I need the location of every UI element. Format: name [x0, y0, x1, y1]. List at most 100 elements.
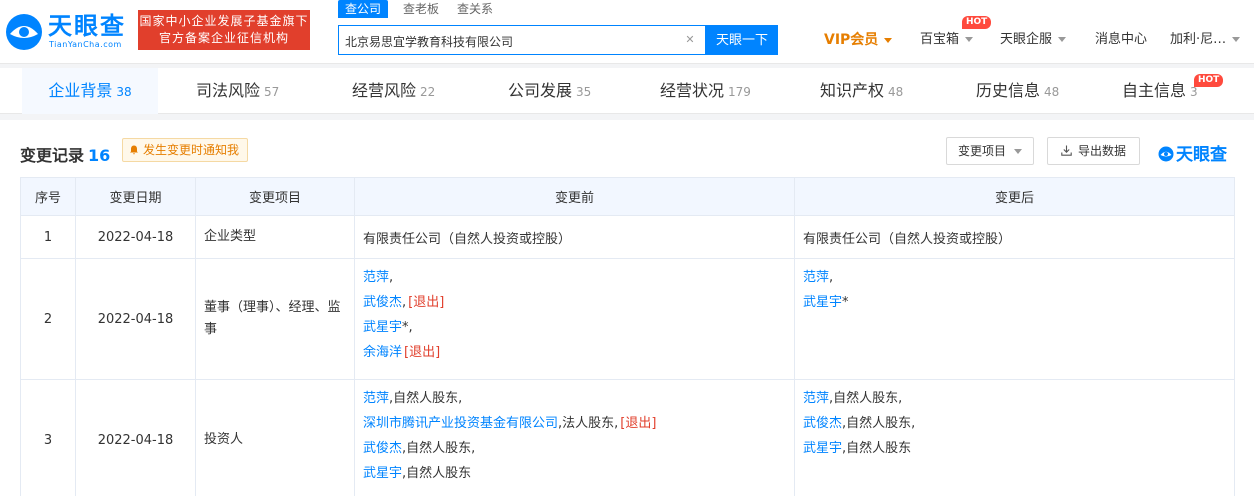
tab-count: 179 — [728, 85, 751, 99]
tab-self-info[interactable]: 自主信息 3 — [1122, 68, 1198, 114]
chevron-down-icon — [965, 37, 974, 42]
tab-count: 22 — [420, 85, 436, 99]
banner-line-2: 官方备案企业征信机构 — [158, 31, 289, 45]
company-tabs: 企业背景 38 司法风险 57 经营风险 22 公司发展 35 经营状况 179 知识产权… — [0, 68, 1254, 114]
official-banner: 国家中小企业发展子基金旗下 官方备案企业征信机构 — [138, 10, 310, 50]
tab-legal-risk[interactable]: 司法风险 57 — [196, 68, 279, 114]
entry-suffix: *, — [402, 320, 413, 335]
row-item: 企业类型 — [195, 215, 355, 259]
person-link[interactable]: 范萍 — [363, 270, 389, 285]
export-data-button[interactable]: 导出数据 — [1047, 137, 1140, 165]
tab-hot-badge: HOT — [1194, 74, 1224, 87]
tab-label: 公司发展 — [508, 81, 573, 100]
person-link[interactable]: 范萍 — [803, 270, 829, 285]
person-link[interactable]: 武俊杰 — [363, 295, 402, 310]
site-logo[interactable]: 天眼查 TianYanCha.com — [4, 10, 132, 54]
entry-suffix: ,法人股东, — [558, 416, 619, 431]
tab-count: 48 — [1044, 85, 1060, 99]
shareholder-entry: 武星宇,自然人股东 — [363, 461, 786, 486]
shareholder-entry: 武俊杰,自然人股东, — [363, 436, 786, 461]
person-link[interactable]: 武星宇 — [803, 295, 842, 310]
entry-suffix: * — [842, 295, 849, 310]
person-entry: 武俊杰, [退出] — [363, 290, 786, 315]
tab-count: 38 — [116, 85, 132, 99]
col-header-after: 变更后 — [794, 177, 1235, 216]
logo-name: 天眼查 — [48, 12, 126, 40]
search-tab-company[interactable]: 查公司 — [338, 0, 389, 18]
clear-icon[interactable]: ✕ — [682, 32, 698, 48]
tab-development[interactable]: 公司发展 35 — [508, 68, 591, 114]
download-icon — [1061, 145, 1072, 156]
person-entry: 范萍, — [803, 265, 1226, 290]
tab-count: 48 — [888, 85, 904, 99]
user-name: 加利·尼… — [1170, 32, 1227, 47]
toolbox-menu[interactable]: 百宝箱 — [920, 30, 974, 50]
tab-ip[interactable]: 知识产权 48 — [820, 68, 903, 114]
search-button[interactable]: 天眼一下 — [706, 25, 778, 55]
message-center-link[interactable]: 消息中心 — [1095, 30, 1147, 50]
tab-label: 知识产权 — [820, 81, 885, 100]
row-item: 董事（理事）、经理、监事 — [195, 258, 355, 380]
chevron-down-icon — [1014, 149, 1022, 154]
table-row: 3 2022-04-18 投资人 范萍,自然人股东, 深圳市腾讯产业投资基金有限… — [20, 379, 1235, 496]
table-row: 1 2022-04-18 企业类型 有限责任公司（自然人投资或控股） 有限责任公… — [20, 215, 1235, 259]
shareholder-entry: 范萍,自然人股东, — [803, 386, 1226, 411]
person-link[interactable]: 武星宇 — [363, 320, 402, 335]
row-index: 1 — [20, 215, 76, 259]
shareholder-entry: 武星宇,自然人股东 — [803, 436, 1226, 461]
row-after: 有限责任公司（自然人投资或控股） — [794, 215, 1235, 259]
notify-button[interactable]: 发生变更时通知我 — [122, 138, 249, 162]
enterprise-label: 天眼企服 — [1000, 32, 1053, 47]
row-date: 2022-04-18 — [75, 215, 196, 259]
shareholder-link[interactable]: 范萍 — [803, 391, 829, 406]
section-title: 变更记录 16 — [20, 142, 110, 166]
shareholder-link[interactable]: 武俊杰 — [803, 416, 842, 431]
tab-label: 自主信息 — [1122, 81, 1187, 100]
entry-suffix: ,自然人股东, — [842, 416, 916, 431]
entry-suffix: ,自然人股东 — [402, 466, 472, 481]
row-date: 2022-04-18 — [75, 379, 196, 496]
tab-operation-risk[interactable]: 经营风险 22 — [352, 68, 435, 114]
tab-label: 历史信息 — [976, 81, 1041, 100]
person-link[interactable]: 余海洋 — [363, 345, 402, 360]
eye-logo-icon — [1158, 146, 1174, 162]
tab-operation-status[interactable]: 经营状况 179 — [660, 68, 751, 114]
change-records-panel: 变更记录 16 发生变更时通知我 变更项目 导出数据 天眼查 序号 变更日期 变更… — [0, 120, 1254, 496]
row-after: 范萍, 武星宇* — [794, 258, 1235, 380]
person-entry: 武星宇* — [803, 290, 1226, 315]
entry-suffix: , — [389, 270, 394, 285]
entry-suffix: ,自然人股东 — [842, 441, 912, 456]
search-tab-relation[interactable]: 查关系 — [457, 0, 493, 18]
shareholder-link[interactable]: 深圳市腾讯产业投资基金有限公司 — [363, 416, 558, 431]
entry-suffix: , — [402, 295, 407, 310]
shareholder-link[interactable]: 武俊杰 — [363, 441, 402, 456]
shareholder-entry: 武俊杰,自然人股东, — [803, 411, 1226, 436]
row-item: 投资人 — [195, 379, 355, 496]
section-count: 16 — [88, 146, 111, 165]
col-header-item: 变更项目 — [195, 177, 355, 216]
section-title-text: 变更记录 — [20, 146, 85, 165]
vip-label: VIP会员 — [824, 32, 879, 48]
col-header-date: 变更日期 — [75, 177, 196, 216]
row-after: 范萍,自然人股东, 武俊杰,自然人股东, 武星宇,自然人股东 — [794, 379, 1235, 496]
enterprise-menu[interactable]: 天眼企服 — [1000, 30, 1067, 50]
tab-label: 司法风险 — [196, 81, 261, 100]
tab-count: 35 — [576, 85, 592, 99]
shareholder-link[interactable]: 武星宇 — [803, 441, 842, 456]
row-before: 范萍, 武俊杰, [退出] 武星宇*, 余海洋 [退出] — [354, 258, 795, 380]
tab-background[interactable]: 企业背景 38 — [22, 68, 158, 114]
search-input[interactable] — [345, 31, 675, 51]
user-menu[interactable]: 加利·尼… — [1170, 30, 1241, 50]
vip-menu[interactable]: VIP会员 — [824, 30, 893, 50]
search-box: ✕ — [338, 25, 706, 55]
shareholder-link[interactable]: 范萍 — [363, 391, 389, 406]
shareholder-link[interactable]: 武星宇 — [363, 466, 402, 481]
search-tab-boss[interactable]: 查老板 — [403, 0, 439, 18]
notify-label: 发生变更时通知我 — [143, 143, 240, 157]
col-header-index: 序号 — [20, 177, 76, 216]
tab-history[interactable]: 历史信息 48 — [976, 68, 1059, 114]
change-item-filter[interactable]: 变更项目 — [946, 137, 1034, 165]
row-date: 2022-04-18 — [75, 258, 196, 380]
brand-watermark: 天眼查 — [1158, 140, 1227, 165]
filter-label: 变更项目 — [957, 144, 1006, 158]
